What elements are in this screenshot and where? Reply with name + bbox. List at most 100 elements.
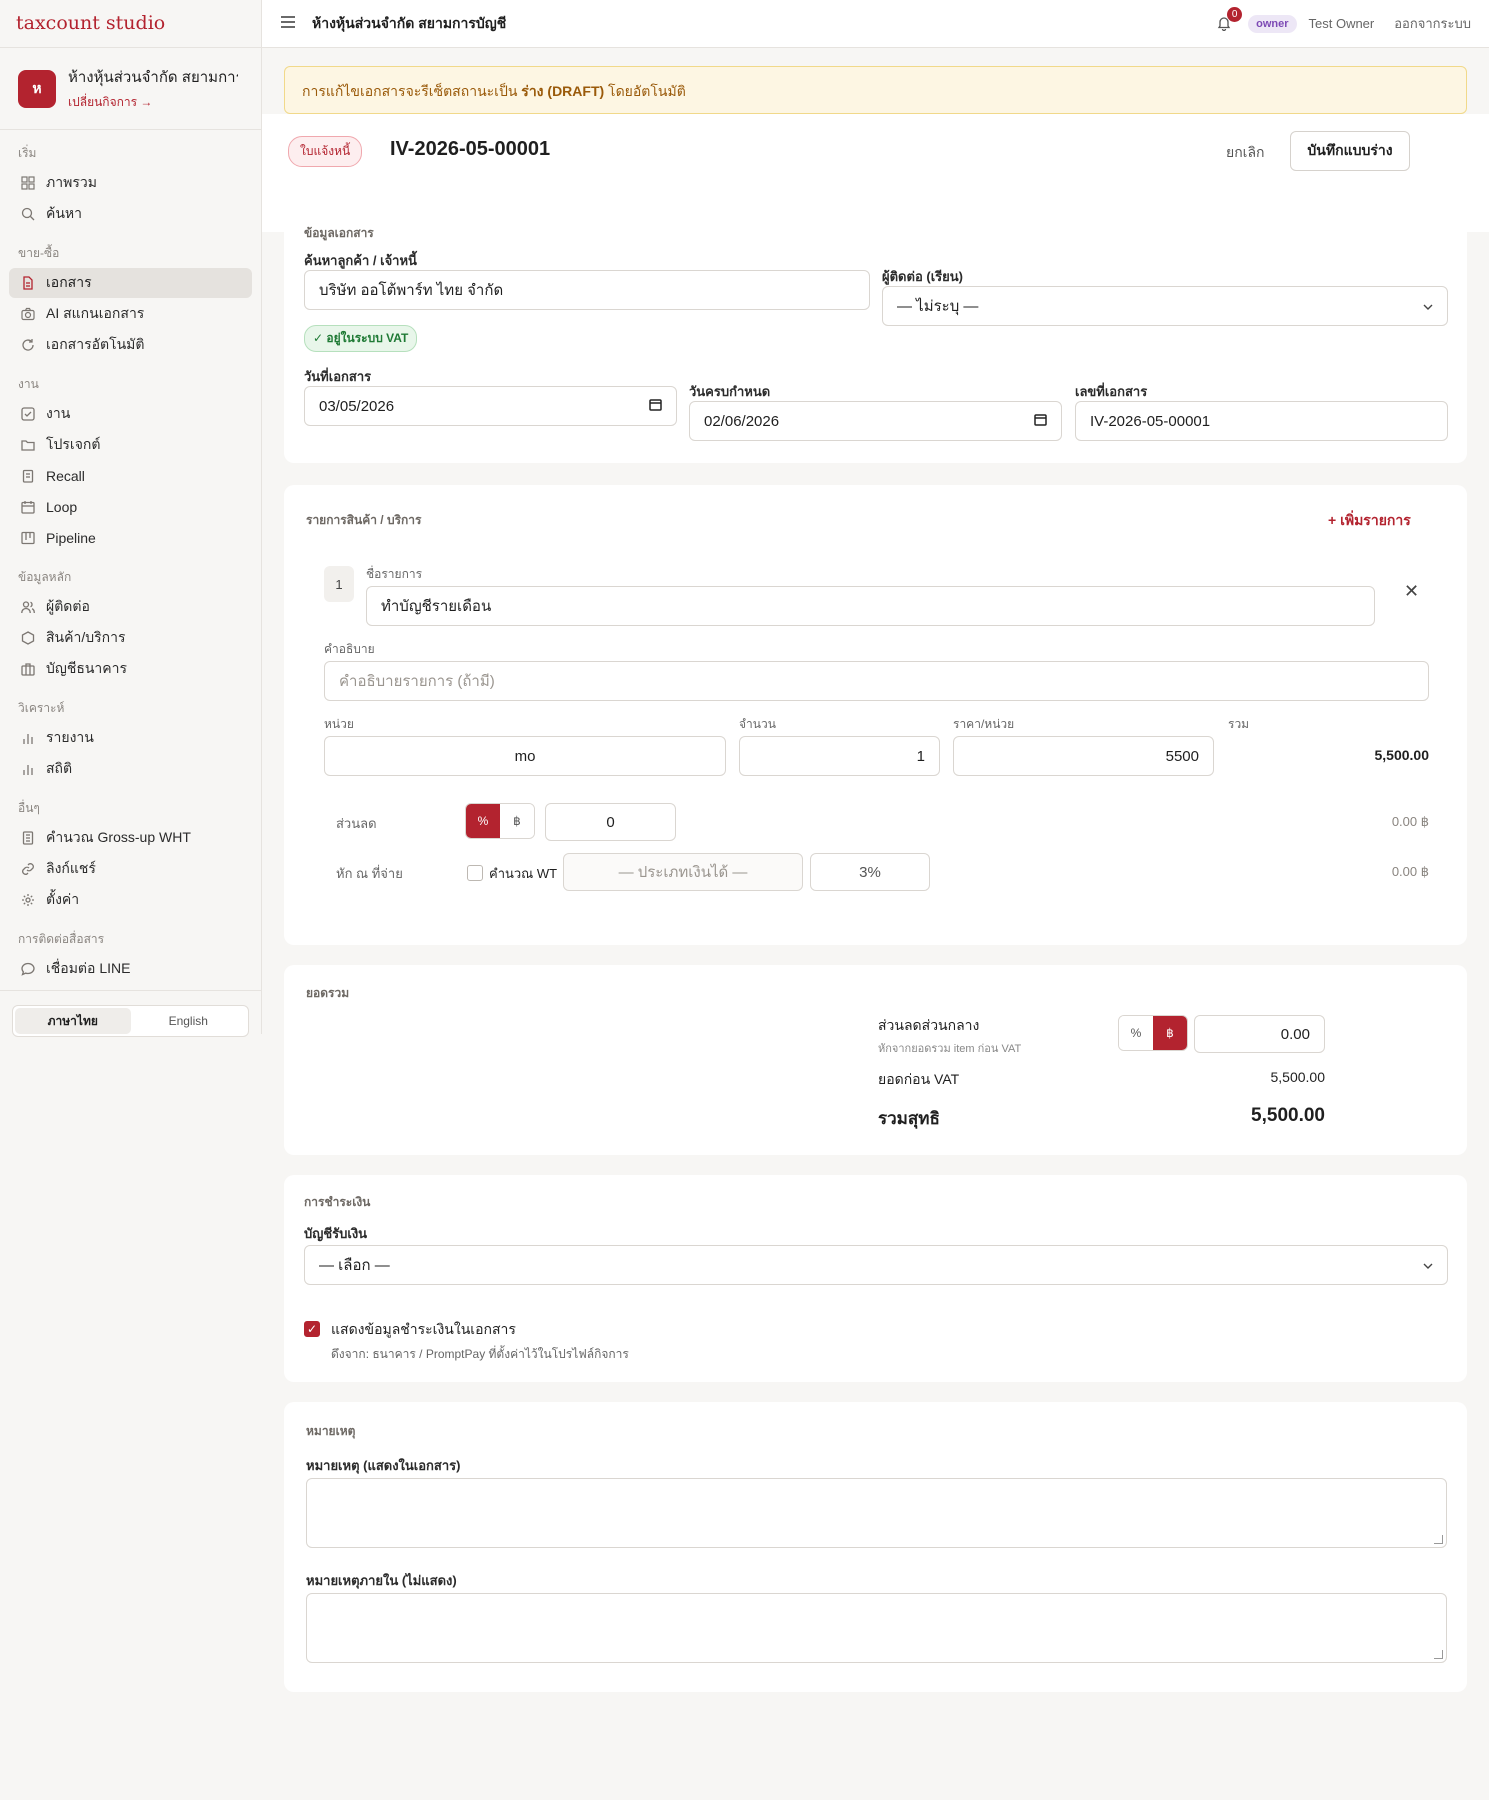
lang-thai-button[interactable]: ภาษาไทย xyxy=(15,1008,131,1034)
item-description-label: คำอธิบาย xyxy=(324,642,375,656)
document-date-input[interactable]: 03/05/2026 xyxy=(304,386,677,426)
due-date-input[interactable]: 02/06/2026 xyxy=(689,401,1062,441)
logout-link[interactable]: ออกจากระบบ xyxy=(1394,13,1471,34)
sidebar-item-label: Loop xyxy=(46,499,78,515)
section-title: หมายเหตุ xyxy=(306,1424,356,1438)
calendar-picker-icon[interactable] xyxy=(1034,413,1047,429)
notes-card: หมายเหตุ หมายเหตุ (แสดงในเอกสาร) หมายเหต… xyxy=(284,1402,1467,1692)
internal-note-textarea[interactable] xyxy=(306,1593,1447,1663)
sidebar-item-label: สินค้า/บริการ xyxy=(46,629,126,645)
line-total-label: รวม xyxy=(1228,717,1250,731)
sidebar-item-label: ค้นหา xyxy=(46,205,83,221)
unit-price-value: 5500 xyxy=(1165,747,1199,765)
sidebar-item-tasks[interactable]: งาน xyxy=(9,399,252,429)
org-switcher[interactable]: ห ห้างหุ้นส่วนจำกัด สยามการ... เปลี่ยนกิ… xyxy=(0,48,261,130)
sidebar-item-contacts[interactable]: ผู้ติดต่อ xyxy=(9,592,252,622)
receiving-account-select[interactable]: — เลือก — xyxy=(304,1245,1448,1285)
add-line-item-button[interactable]: + เพิ่มรายการ xyxy=(1328,510,1411,532)
document-number-title: IV-2026-05-00001 xyxy=(390,138,551,160)
wht-checkbox[interactable] xyxy=(467,865,483,881)
switch-org-link[interactable]: เปลี่ยนกิจการ → xyxy=(68,93,238,112)
sidebar-item-links[interactable]: ลิงก์แชร์ xyxy=(9,854,252,884)
sidebar-item-loop[interactable]: Loop xyxy=(9,492,252,522)
global-discount-type-toggle: % ฿ xyxy=(1118,1015,1188,1051)
quantity-input[interactable]: 1 xyxy=(739,736,940,776)
unit-price-input[interactable]: 5500 xyxy=(953,736,1214,776)
remove-line-close-icon[interactable]: ✕ xyxy=(1404,581,1419,602)
global-discount-input[interactable]: 0.00 xyxy=(1194,1015,1325,1053)
nav-section-start: เริ่ม xyxy=(18,146,37,160)
public-note-textarea[interactable] xyxy=(306,1478,1447,1548)
sidebar-item-reports[interactable]: รายงาน xyxy=(9,723,252,753)
gear-icon xyxy=(20,892,36,908)
sidebar-item-label: บัญชีธนาคาร xyxy=(46,660,128,676)
document-number-label: เลขที่เอกสาร xyxy=(1075,384,1148,399)
item-name-input[interactable]: ทำบัญชีรายเดือน xyxy=(366,586,1375,626)
sidebar-item-label: รายงาน xyxy=(46,729,94,745)
document-date-value: 03/05/2026 xyxy=(319,397,395,415)
sidebar-item-search[interactable]: ค้นหา xyxy=(9,199,252,229)
show-payment-hint: ดึงจาก: ธนาคาร / PromptPay ที่ตั้งค่าไว้… xyxy=(331,1347,629,1361)
sidebar-item-stats[interactable]: สถิติ xyxy=(9,754,252,784)
internal-note-label: หมายเหตุภายใน (ไม่แสดง) xyxy=(306,1573,457,1588)
sidebar-item-products[interactable]: สินค้า/บริการ xyxy=(9,623,252,653)
document-number-input[interactable]: IV-2026-05-00001 xyxy=(1075,401,1448,441)
sidebar-item-bank[interactable]: บัญชีธนาคาร xyxy=(9,654,252,684)
discount-input[interactable]: 0 xyxy=(545,803,676,841)
sidebar-item-label: เชื่อมต่อ LINE xyxy=(46,960,131,976)
sidebar-item-label: Recall xyxy=(46,468,85,484)
sidebar-item-projects[interactable]: โปรเจกต์ xyxy=(9,430,252,460)
topbar-right: 0 owner Test Owner ออกจากระบบ xyxy=(1216,6,1471,34)
sidebar-item-documents[interactable]: เอกสาร xyxy=(9,268,252,298)
contact-select[interactable]: — ไม่ระบุ — xyxy=(882,286,1448,326)
calendar-icon xyxy=(20,499,36,515)
discount-percent-button[interactable]: % xyxy=(466,804,500,838)
calendar-picker-icon[interactable] xyxy=(649,398,662,414)
wht-rate-input[interactable]: 3% xyxy=(810,853,930,891)
user-name[interactable]: Test Owner xyxy=(1309,16,1375,31)
brand-logo[interactable]: taxcount studio xyxy=(0,0,261,48)
chat-bubble-icon xyxy=(20,961,36,977)
cancel-button[interactable]: ยกเลิก xyxy=(1226,142,1265,164)
link-icon xyxy=(20,861,36,877)
global-discount-percent-button[interactable]: % xyxy=(1119,1016,1153,1050)
nav-section-communication: การติดต่อสื่อสาร xyxy=(18,932,105,946)
pre-vat-value: 5,500.00 xyxy=(1270,1069,1326,1085)
org-name: ห้างหุ้นส่วนจำกัด สยามการ... xyxy=(68,69,238,86)
bar-chart-icon xyxy=(20,761,36,777)
briefcase-icon xyxy=(20,661,36,677)
sidebar-item-grossup[interactable]: คำนวณ Gross-up WHT xyxy=(9,823,252,853)
notification-bell-icon[interactable]: 0 xyxy=(1216,6,1243,33)
clipboard-icon xyxy=(20,468,36,484)
banner-text-post: โดยอัตโนมัติ xyxy=(604,83,686,99)
line-number: 1 xyxy=(324,566,354,602)
item-name-label: ชื่อรายการ xyxy=(366,567,423,581)
sidebar-item-recall[interactable]: Recall xyxy=(9,461,252,491)
topbar: ห้างหุ้นส่วนจำกัด สยามการบัญชี 0 owner T… xyxy=(262,0,1489,48)
sidebar-item-overview[interactable]: ภาพรวม xyxy=(9,168,252,198)
vat-registered-badge: ✓ อยู่ในระบบ VAT xyxy=(304,325,418,352)
notification-count-badge: 0 xyxy=(1227,6,1243,22)
item-description-input[interactable]: คำอธิบายรายการ (ถ้ามี) xyxy=(324,661,1429,701)
payment-card: การชำระเงิน บัญชีรับเงิน — เลือก — ✓ แสด… xyxy=(284,1175,1467,1382)
sidebar-item-auto-docs[interactable]: เอกสารอัตโนมัติ xyxy=(9,330,252,360)
sidebar-item-ai-scan[interactable]: AI สแกนเอกสาร xyxy=(9,299,252,329)
income-type-value: — ประเภทเงินได้ — xyxy=(618,864,748,881)
income-type-select[interactable]: — ประเภทเงินได้ — xyxy=(563,853,803,891)
sidebar-item-line[interactable]: เชื่อมต่อ LINE xyxy=(9,954,252,984)
hamburger-menu-icon[interactable] xyxy=(280,13,298,34)
language-switcher: ภาษาไทย English xyxy=(12,1005,249,1037)
customer-search-input[interactable]: บริษัท ออโต้พาร์ท ไทย จำกัด xyxy=(304,270,870,310)
show-payment-checkbox[interactable]: ✓ xyxy=(304,1321,320,1337)
lang-english-button[interactable]: English xyxy=(131,1008,247,1034)
pre-vat-label: ยอดก่อน VAT xyxy=(878,1071,960,1087)
save-draft-button[interactable]: บันทึกแบบร่าง xyxy=(1290,131,1410,171)
global-discount-baht-button[interactable]: ฿ xyxy=(1153,1016,1187,1050)
unit-input[interactable]: mo xyxy=(324,736,726,776)
sidebar-item-settings[interactable]: ตั้งค่า xyxy=(9,885,252,915)
sidebar-item-label: สถิติ xyxy=(46,760,73,776)
sidebar-item-pipeline[interactable]: Pipeline xyxy=(9,523,252,553)
nav-section-work: งาน xyxy=(18,377,39,391)
discount-baht-button[interactable]: ฿ xyxy=(500,804,534,838)
sidebar-item-label: Pipeline xyxy=(46,530,96,546)
